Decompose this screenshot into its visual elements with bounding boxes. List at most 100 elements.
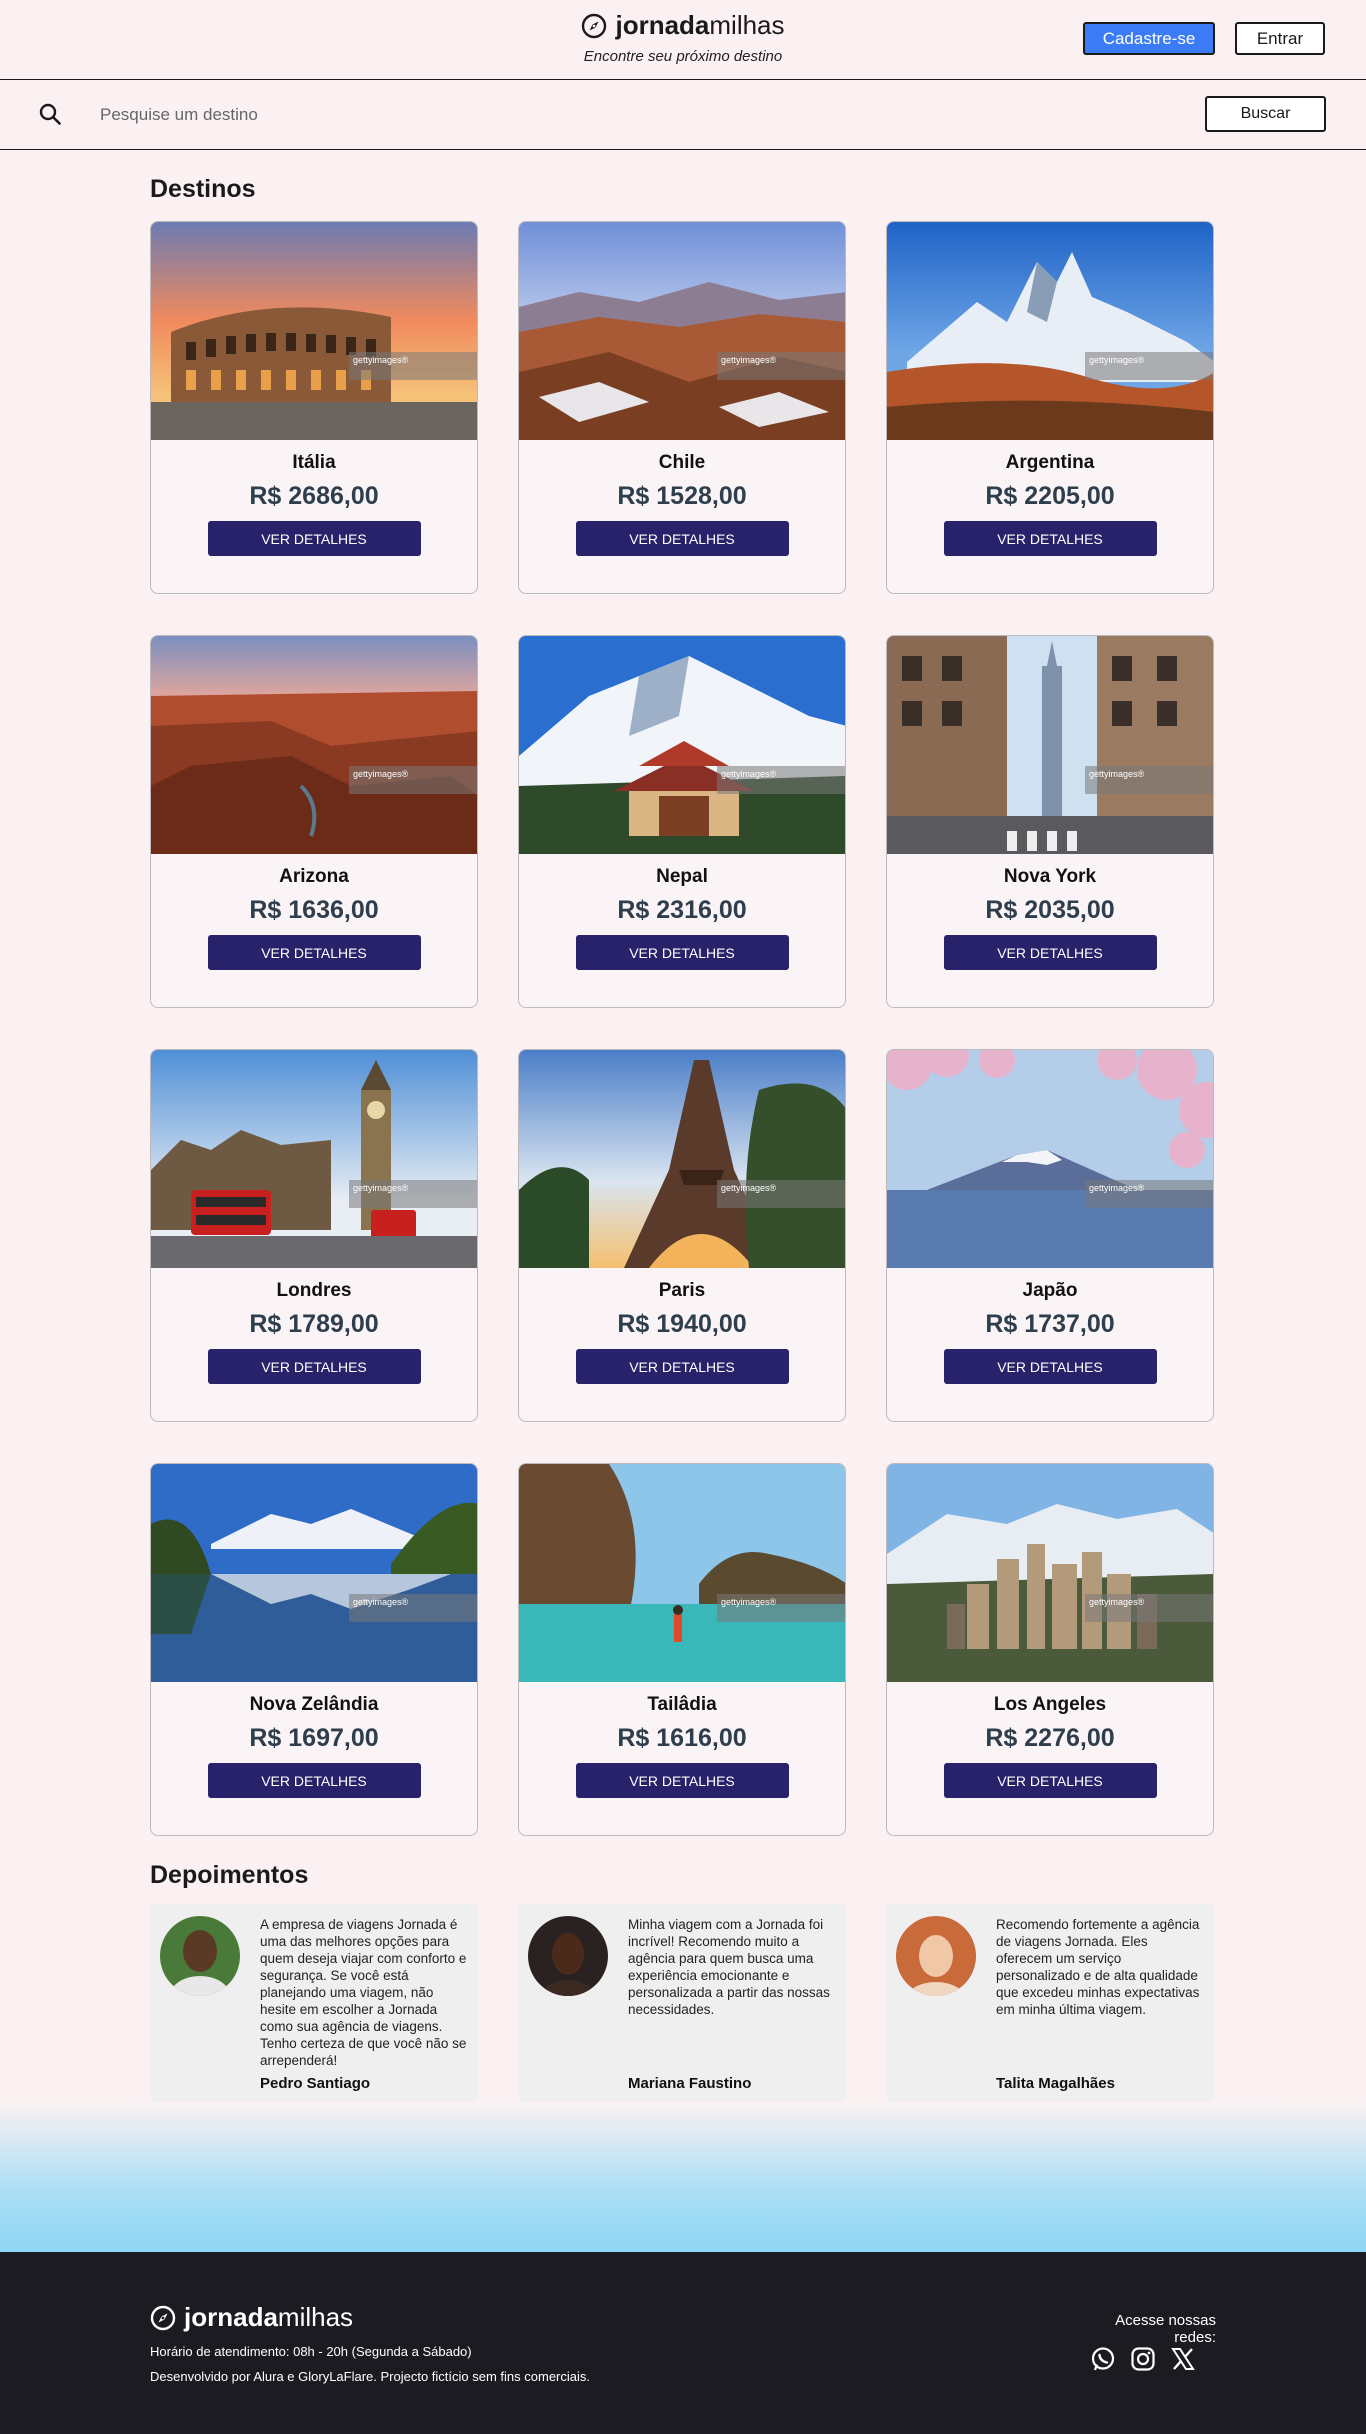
brand-logo[interactable]: jornadamilhas (581, 10, 785, 41)
getty-watermark: gettyimages® (349, 352, 477, 380)
destination-price: R$ 1528,00 (617, 482, 747, 510)
testimonials-grid: A empresa de viagens Jornada é uma das m… (150, 1904, 1214, 2102)
destination-image: gettyimages® (887, 1464, 1213, 1682)
destination-image: gettyimages® (151, 1050, 477, 1268)
destination-card: gettyimages® Tailâdia R$ 1616,00 VER DET… (518, 1463, 846, 1836)
details-button[interactable]: VER DETALHES (207, 1763, 421, 1798)
details-button[interactable]: VER DETALHES (575, 1763, 789, 1798)
details-button[interactable]: VER DETALHES (207, 935, 421, 970)
social-label: Acesse nossas redes: (1115, 2312, 1216, 2346)
details-button[interactable]: VER DETALHES (207, 521, 421, 556)
details-button[interactable]: VER DETALHES (943, 1349, 1157, 1384)
details-button[interactable]: VER DETALHES (575, 521, 789, 556)
decorative-gradient (0, 2102, 1366, 2252)
x-icon[interactable] (1170, 2346, 1196, 2372)
search-input[interactable] (100, 98, 800, 132)
details-button[interactable]: VER DETALHES (575, 935, 789, 970)
destination-price: R$ 2276,00 (985, 1724, 1115, 1752)
destination-image: gettyimages® (151, 636, 477, 854)
destination-image: gettyimages® (519, 1464, 845, 1682)
getty-watermark: gettyimages® (717, 1594, 845, 1622)
destination-card: gettyimages® Nova Zelândia R$ 1697,00 VE… (150, 1463, 478, 1836)
destination-name: Nova Zelândia (249, 1694, 379, 1715)
avatar (160, 1916, 240, 1996)
destination-name: Los Angeles (993, 1694, 1107, 1715)
getty-watermark: gettyimages® (349, 1180, 477, 1208)
destination-name: Paris (658, 1280, 706, 1301)
destination-card: gettyimages® Nepal R$ 2316,00 VER DETALH… (518, 635, 846, 1008)
signup-button[interactable]: Cadastre-se (1083, 22, 1215, 55)
search-bar: Buscar (0, 80, 1366, 150)
opening-hours: Horário de atendimento: 08h - 20h (Segun… (150, 2344, 472, 2359)
getty-watermark: gettyimages® (717, 352, 845, 380)
destination-price: R$ 1697,00 (249, 1724, 379, 1752)
getty-watermark: gettyimages® (1085, 352, 1213, 380)
destination-image: gettyimages® (887, 636, 1213, 854)
search-button[interactable]: Buscar (1205, 96, 1326, 132)
destination-name: Tailâdia (647, 1694, 717, 1715)
compass-icon (150, 2305, 176, 2330)
destination-name: Nepal (656, 866, 708, 887)
login-button[interactable]: Entrar (1235, 22, 1325, 55)
getty-watermark: gettyimages® (717, 766, 845, 794)
avatar (528, 1916, 608, 1996)
destination-card: gettyimages® Japão R$ 1737,00 VER DETALH… (886, 1049, 1214, 1422)
getty-watermark: gettyimages® (349, 766, 477, 794)
testimonial-card: A empresa de viagens Jornada é uma das m… (150, 1904, 478, 2102)
testimonial-card: Minha viagem com a Jornada foi incrível!… (518, 1904, 846, 2102)
getty-watermark: gettyimages® (1085, 1180, 1213, 1208)
search-icon[interactable] (38, 102, 62, 126)
destination-price: R$ 1737,00 (985, 1310, 1115, 1338)
destination-name: Itália (292, 452, 336, 473)
destination-name: Japão (1022, 1280, 1078, 1301)
destination-price: R$ 2316,00 (617, 896, 747, 924)
testimonial-text: Minha viagem com a Jornada foi incrível!… (628, 1917, 830, 2017)
destination-card: gettyimages® Los Angeles R$ 2276,00 VER … (886, 1463, 1214, 1836)
destination-price: R$ 2686,00 (249, 482, 379, 510)
testimonial-author: Pedro Santiago (260, 2075, 371, 2092)
getty-watermark: gettyimages® (717, 1180, 845, 1208)
destination-card: gettyimages® Itália R$ 2686,00 VER DETAL… (150, 221, 478, 594)
testimonial-text: Recomendo fortemente a agência de viagen… (996, 1917, 1200, 2017)
destination-image: gettyimages® (887, 1050, 1213, 1268)
destination-card: gettyimages® Chile R$ 1528,00 VER DETALH… (518, 221, 846, 594)
destination-image: gettyimages® (519, 636, 845, 854)
details-button[interactable]: VER DETALHES (943, 521, 1157, 556)
destination-name: Londres (276, 1280, 352, 1301)
destination-price: R$ 1940,00 (617, 1310, 747, 1338)
details-button[interactable]: VER DETALHES (207, 1349, 421, 1384)
destination-price: R$ 2035,00 (985, 896, 1115, 924)
destination-card: gettyimages® Paris R$ 1940,00 VER DETALH… (518, 1049, 846, 1422)
details-button[interactable]: VER DETALHES (575, 1349, 789, 1384)
brand-name: jornadamilhas (184, 2302, 354, 2332)
avatar (896, 1916, 976, 1996)
destination-card: gettyimages® Londres R$ 1789,00 VER DETA… (150, 1049, 478, 1422)
getty-watermark: gettyimages® (349, 1594, 477, 1622)
whatsapp-icon[interactable] (1090, 2346, 1116, 2372)
destinations-title: Destinos (150, 175, 256, 203)
footer-brand[interactable]: jornadamilhas (150, 2302, 353, 2333)
destination-image: gettyimages® (151, 1464, 477, 1682)
destination-image: gettyimages® (151, 222, 477, 440)
testimonial-card: Recomendo fortemente a agência de viagen… (886, 1904, 1214, 2102)
social-links (1090, 2346, 1196, 2372)
instagram-icon[interactable] (1130, 2346, 1156, 2372)
destination-image: gettyimages® (519, 1050, 845, 1268)
testimonial-author: Talita Magalhães (996, 2075, 1115, 2092)
testimonial-text: A empresa de viagens Jornada é uma das m… (260, 1917, 467, 2068)
destination-price: R$ 1789,00 (249, 1310, 379, 1338)
destination-name: Nova York (1003, 866, 1097, 887)
details-button[interactable]: VER DETALHES (943, 1763, 1157, 1798)
getty-watermark: gettyimages® (1085, 766, 1213, 794)
destination-name: Argentina (1005, 452, 1095, 473)
destination-price: R$ 1636,00 (249, 896, 379, 924)
details-button[interactable]: VER DETALHES (943, 935, 1157, 970)
destination-price: R$ 1616,00 (617, 1724, 747, 1752)
destination-image: gettyimages® (519, 222, 845, 440)
brand-name: jornadamilhas (615, 10, 785, 40)
destination-card: gettyimages® Nova York R$ 2035,00 VER DE… (886, 635, 1214, 1008)
destination-card: gettyimages® Arizona R$ 1636,00 VER DETA… (150, 635, 478, 1008)
site-header: jornadamilhas Encontre seu próximo desti… (0, 0, 1366, 80)
destination-name: Chile (658, 452, 706, 473)
site-footer: jornadamilhas Horário de atendimento: 08… (0, 2252, 1366, 2434)
